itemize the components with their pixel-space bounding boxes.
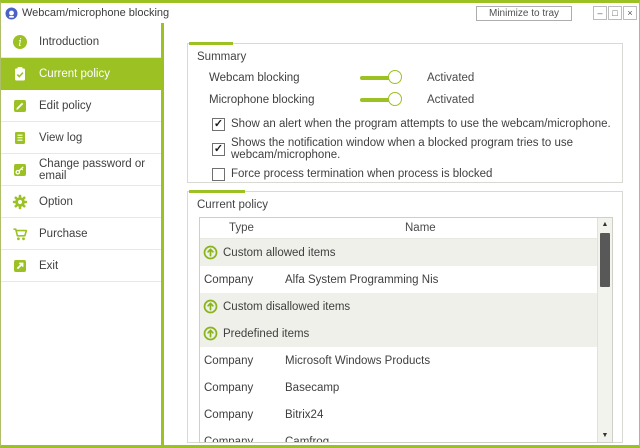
cell-type: Company <box>200 382 285 394</box>
sidebar-item-label: Edit policy <box>39 100 91 112</box>
summary-accent-bar <box>189 42 233 45</box>
table-scrollbar[interactable]: ▲ ▼ <box>597 218 612 442</box>
policy-item-row[interactable]: CompanyBasecamp <box>200 374 597 401</box>
policy-item-row[interactable]: CompanyBitrix24 <box>200 401 597 428</box>
toggle-switch-microphone-blocking[interactable] <box>360 92 402 108</box>
cell-type: Company <box>200 274 285 286</box>
checkbox-row-1: Shows the notification window when a blo… <box>188 137 622 161</box>
checkbox-list: Show an alert when the program attempts … <box>188 112 622 186</box>
sidebar-item-label: Option <box>39 196 73 208</box>
group-label: Custom disallowed items <box>223 301 350 313</box>
toggle-switch-webcam-blocking[interactable] <box>360 70 402 86</box>
column-header-name: Name <box>405 222 597 234</box>
policy-group-row[interactable]: Custom disallowed items <box>200 293 597 320</box>
cell-type: Company <box>200 436 285 444</box>
sidebar-item-change-password-or-email[interactable]: Change password or email <box>1 154 161 186</box>
sidebar-item-purchase[interactable]: Purchase <box>1 218 161 250</box>
checkbox-1[interactable] <box>212 143 225 156</box>
sidebar-item-label: Introduction <box>39 36 99 48</box>
sidebar-item-label: Change password or email <box>39 158 161 182</box>
group-label: Custom allowed items <box>223 247 335 259</box>
policy-group-row[interactable]: Predefined items <box>200 320 597 347</box>
key-icon <box>12 162 28 178</box>
main-content: Summary Webcam blockingActivatedMicropho… <box>164 23 639 445</box>
checkbox-label: Shows the notification window when a blo… <box>231 137 622 161</box>
policy-item-row[interactable]: CompanyCamfrog <box>200 428 597 443</box>
group-arrow-icon <box>203 326 218 341</box>
exit-arrow-icon <box>12 258 28 274</box>
maximize-button[interactable]: □ <box>608 6 622 20</box>
group-label: Predefined items <box>223 328 309 340</box>
scrollbar-thumb[interactable] <box>600 233 610 287</box>
clipboard-check-icon <box>12 66 28 82</box>
checkbox-0[interactable] <box>212 118 225 131</box>
sidebar-item-introduction[interactable]: i Introduction <box>1 26 161 58</box>
sidebar-item-view-log[interactable]: View log <box>1 122 161 154</box>
app-window: Webcam/microphone blocking Minimize to t… <box>0 0 640 448</box>
toggle-label: Microphone blocking <box>209 94 360 106</box>
policy-table-header: Type Name <box>200 218 597 239</box>
checkbox-row-0: Show an alert when the program attempts … <box>188 112 622 136</box>
checkbox-2[interactable] <box>212 168 225 181</box>
toggle-track <box>360 76 391 80</box>
scroll-down-icon[interactable]: ▼ <box>598 429 612 442</box>
sidebar-item-label: Purchase <box>39 228 88 240</box>
app-logo-icon <box>5 7 18 20</box>
log-scroll-icon <box>12 130 28 146</box>
policy-item-row[interactable]: CompanyAlfa System Programming Nis <box>200 266 597 293</box>
checkbox-row-2: Force process termination when process i… <box>188 162 622 186</box>
toggle-row-microphone-blocking: Microphone blocking Activated <box>188 89 622 111</box>
sidebar: i Introduction Current policy Edit policy Vi… <box>1 23 161 445</box>
current-policy-title: Current policy <box>188 192 622 215</box>
policy-group-row[interactable]: Custom allowed items <box>200 239 597 266</box>
cell-name: Microsoft Windows Products <box>285 355 597 367</box>
cart-icon <box>12 226 28 242</box>
policy-item-row[interactable]: CompanyMicrosoft Windows Products <box>200 347 597 374</box>
checkbox-label: Force process termination when process i… <box>231 168 492 180</box>
current-policy-panel: Current policy Type Name Custom allowed … <box>187 191 623 443</box>
svg-text:i: i <box>18 36 22 49</box>
sidebar-item-edit-policy[interactable]: Edit policy <box>1 90 161 122</box>
policy-table-rows: Custom allowed itemsCompanyAlfa System P… <box>200 239 597 443</box>
cell-name: Camfrog <box>285 436 597 444</box>
toggle-track <box>360 98 391 102</box>
titlebar: Webcam/microphone blocking Minimize to t… <box>1 3 639 23</box>
sidebar-item-exit[interactable]: Exit <box>1 250 161 282</box>
cell-name: Bitrix24 <box>285 409 597 421</box>
minimize-to-tray-button[interactable]: Minimize to tray <box>476 6 572 21</box>
checkbox-label: Show an alert when the program attempts … <box>231 118 611 130</box>
close-button[interactable]: × <box>623 6 637 20</box>
edit-pencil-icon <box>12 98 28 114</box>
minimize-button[interactable]: – <box>593 6 607 20</box>
group-arrow-icon <box>203 245 218 260</box>
gear-icon <box>12 194 28 210</box>
cell-name: Basecamp <box>285 382 597 394</box>
sidebar-item-label: View log <box>39 132 82 144</box>
toggle-status: Activated <box>427 72 474 84</box>
sidebar-item-current-policy[interactable]: Current policy <box>1 58 161 90</box>
cell-name: Alfa System Programming Nis <box>285 274 597 286</box>
toggle-knob <box>388 70 402 84</box>
toggle-label: Webcam blocking <box>209 72 360 84</box>
sidebar-item-label: Exit <box>39 260 58 272</box>
cell-type: Company <box>200 355 285 367</box>
info-icon: i <box>12 34 28 50</box>
toggle-list: Webcam blockingActivatedMicrophone block… <box>188 67 622 111</box>
cell-type: Company <box>200 409 285 421</box>
current-policy-accent-bar <box>189 190 245 193</box>
summary-panel: Summary Webcam blockingActivatedMicropho… <box>187 43 623 183</box>
policy-table: Type Name Custom allowed itemsCompanyAlf… <box>199 217 613 443</box>
summary-title: Summary <box>188 44 622 67</box>
toggle-status: Activated <box>427 94 474 106</box>
sidebar-item-option[interactable]: Option <box>1 186 161 218</box>
toggle-row-webcam-blocking: Webcam blocking Activated <box>188 67 622 89</box>
window-body: i Introduction Current policy Edit policy Vi… <box>1 23 639 445</box>
scroll-up-icon[interactable]: ▲ <box>598 218 612 231</box>
column-header-type: Type <box>200 222 405 234</box>
window-controls: – □ × <box>593 6 637 20</box>
window-title: Webcam/microphone blocking <box>22 7 169 19</box>
toggle-knob <box>388 92 402 106</box>
group-arrow-icon <box>203 299 218 314</box>
sidebar-item-label: Current policy <box>39 68 110 80</box>
